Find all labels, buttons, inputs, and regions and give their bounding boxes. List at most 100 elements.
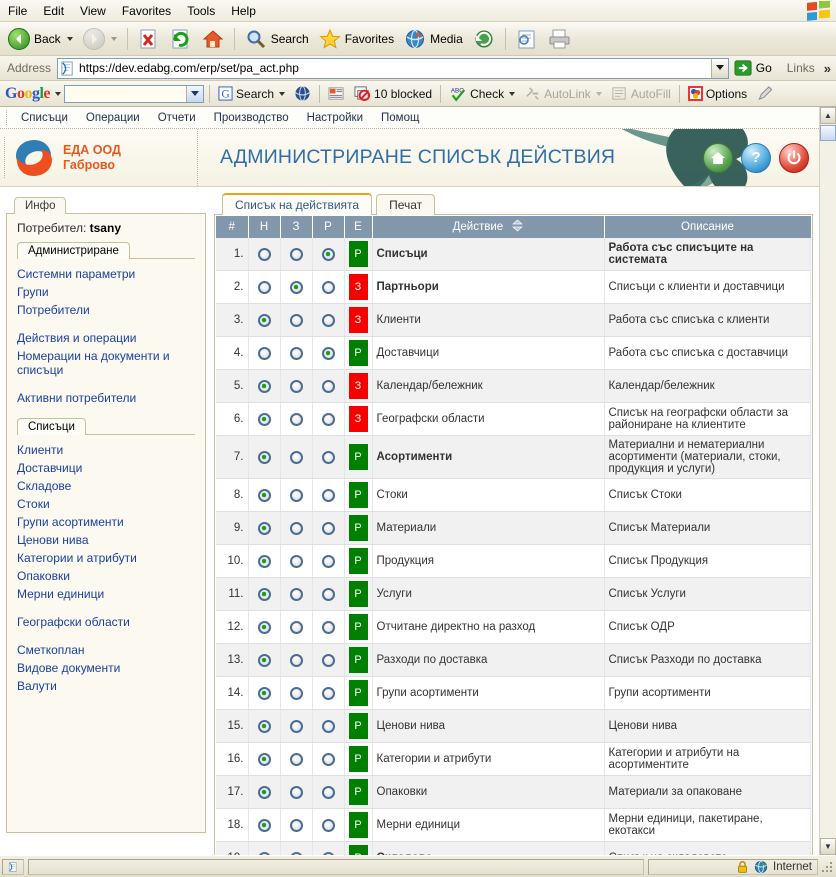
popup-blocker-button[interactable]: 10 blocked: [351, 84, 435, 103]
logout-button[interactable]: [779, 142, 809, 173]
radio-r-unselected[interactable]: [321, 379, 335, 393]
radio-z-unselected[interactable]: [289, 785, 303, 799]
radio-n-cell[interactable]: [248, 775, 281, 809]
google-logo-dropdown-icon[interactable]: [55, 91, 62, 96]
autolink-dropdown-icon[interactable]: [595, 91, 602, 96]
sidebar-item-sistemni-parametri[interactable]: Системни параметри: [17, 265, 195, 283]
status-flag-cell[interactable]: З: [344, 369, 373, 403]
radio-z-unselected[interactable]: [289, 412, 303, 426]
radio-r-unselected[interactable]: [321, 785, 335, 799]
app-nav-spisaci[interactable]: Списъци: [12, 110, 77, 126]
radio-n-selected[interactable]: [257, 818, 271, 832]
radio-r-unselected[interactable]: [321, 686, 335, 700]
radio-r-cell[interactable]: [312, 303, 345, 337]
action-name-cell[interactable]: Календар/бележник: [372, 369, 605, 403]
radio-n-selected[interactable]: [257, 785, 271, 799]
action-name-cell[interactable]: Складове: [372, 841, 605, 855]
radio-z-cell[interactable]: [280, 270, 313, 304]
radio-r-unselected[interactable]: [321, 412, 335, 426]
sidebar-item-potrebiteli[interactable]: Потребители: [17, 301, 195, 319]
radio-n-selected[interactable]: [257, 488, 271, 502]
radio-z-unselected[interactable]: [289, 247, 303, 261]
forward-button[interactable]: [79, 26, 121, 52]
status-flag-cell[interactable]: Р: [344, 742, 373, 776]
check-dropdown-icon[interactable]: [509, 91, 516, 96]
go-button[interactable]: Go: [732, 58, 778, 79]
col-header-action[interactable]: Действие: [372, 216, 605, 238]
status-flag-cell[interactable]: Р: [344, 775, 373, 809]
status-flag-cell[interactable]: Р: [344, 676, 373, 710]
radio-n-cell[interactable]: [248, 369, 281, 403]
scroll-down-button[interactable]: ▼: [820, 838, 836, 855]
sidebar-item-aktivni-potrebiteli[interactable]: Активни потребители: [17, 389, 195, 407]
radio-z-cell[interactable]: [280, 577, 313, 611]
radio-n-selected[interactable]: [257, 719, 271, 733]
table-row[interactable]: 17. Р Опаковки Материали за опаковане: [216, 775, 811, 809]
radio-r-selected[interactable]: [321, 247, 335, 261]
status-flag-cell[interactable]: Р: [344, 808, 373, 842]
table-row[interactable]: 8. Р Стоки Списък Стоки: [216, 478, 811, 512]
table-row[interactable]: 19. Р СкладовеСписък на складовете: [216, 841, 811, 855]
home-button[interactable]: [703, 142, 733, 173]
action-name-cell[interactable]: Отчитане директно на разход: [372, 610, 605, 644]
address-input[interactable]: https://dev.edabg.com/erp/set/pa_act.php: [57, 57, 729, 79]
radio-z-cell[interactable]: [280, 709, 313, 743]
radio-n-selected[interactable]: [257, 686, 271, 700]
action-name-cell[interactable]: Услуги: [372, 577, 605, 611]
col-header-z[interactable]: З: [280, 216, 313, 238]
radio-r-unselected[interactable]: [321, 587, 335, 601]
status-flag-cell[interactable]: Р: [344, 336, 373, 370]
radio-r-unselected[interactable]: [321, 719, 335, 733]
radio-z-cell[interactable]: [280, 402, 313, 436]
radio-z-unselected[interactable]: [289, 554, 303, 568]
table-row[interactable]: 5. З Календар/бележник Календар/бележник: [216, 369, 811, 403]
radio-z-unselected[interactable]: [289, 587, 303, 601]
sidebar-item-smetkoplan[interactable]: Сметкоплан: [17, 641, 195, 659]
table-row[interactable]: 10. Р Продукция Списък Продукция: [216, 544, 811, 578]
col-header-r[interactable]: Р: [312, 216, 345, 238]
sidebar-item-opakovki[interactable]: Опаковки: [17, 567, 195, 585]
history-button[interactable]: [469, 26, 499, 52]
menu-help[interactable]: Help: [223, 2, 264, 20]
address-dropdown-icon[interactable]: [710, 58, 728, 78]
radio-r-unselected[interactable]: [321, 313, 335, 327]
radio-n-selected[interactable]: [257, 521, 271, 535]
radio-r-cell[interactable]: [312, 742, 345, 776]
radio-z-unselected[interactable]: [289, 379, 303, 393]
radio-z-cell[interactable]: [280, 511, 313, 545]
sidebar-item-deystviya-i-operacii[interactable]: Действия и операции: [17, 329, 195, 347]
autofill-button[interactable]: AutoFill: [608, 84, 674, 103]
spellcheck-button[interactable]: ABC Check: [446, 84, 518, 103]
action-name-cell[interactable]: Категории и атрибути: [372, 742, 605, 776]
radio-n-cell[interactable]: [248, 709, 281, 743]
radio-n-cell[interactable]: [248, 610, 281, 644]
radio-r-cell[interactable]: [312, 841, 345, 855]
col-header-number[interactable]: #: [216, 216, 249, 238]
radio-z-unselected[interactable]: [289, 620, 303, 634]
radio-z-unselected[interactable]: [289, 851, 303, 855]
action-name-cell[interactable]: Опаковки: [372, 775, 605, 809]
app-nav-otcheti[interactable]: Отчети: [149, 110, 205, 126]
radio-r-cell[interactable]: [312, 336, 345, 370]
radio-n-selected[interactable]: [257, 851, 271, 855]
app-nav-operacii[interactable]: Операции: [77, 110, 149, 126]
radio-r-cell[interactable]: [312, 775, 345, 809]
action-name-cell[interactable]: Ценови нива: [372, 709, 605, 743]
radio-z-unselected[interactable]: [289, 450, 303, 464]
radio-r-unselected[interactable]: [321, 851, 335, 855]
radio-z-unselected[interactable]: [289, 313, 303, 327]
radio-r-cell[interactable]: [312, 544, 345, 578]
radio-r-cell[interactable]: [312, 808, 345, 842]
menu-favorites[interactable]: Favorites: [114, 2, 179, 20]
radio-n-cell[interactable]: [248, 336, 281, 370]
radio-r-cell[interactable]: [312, 511, 345, 545]
radio-z-unselected[interactable]: [289, 488, 303, 502]
forward-dropdown-icon[interactable]: [110, 36, 117, 41]
sidebar-item-merni-edinici[interactable]: Мерни единици: [17, 585, 195, 603]
status-flag-cell[interactable]: Р: [344, 610, 373, 644]
status-flag-cell[interactable]: З: [344, 402, 373, 436]
radio-n-selected[interactable]: [257, 587, 271, 601]
sidebar-item-kategorii-i-atributi[interactable]: Категории и атрибути: [17, 549, 195, 567]
sidebar-item-skladove[interactable]: Складове: [17, 477, 195, 495]
sidebar-item-geografski-oblasti[interactable]: Географски области: [17, 613, 195, 631]
